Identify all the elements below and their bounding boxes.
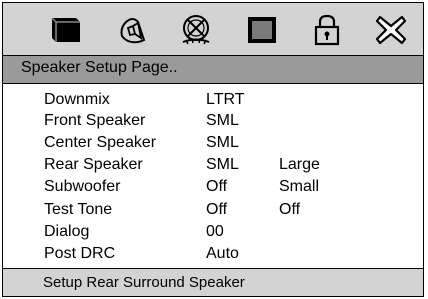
- exit-icon[interactable]: [368, 9, 414, 51]
- setting-label: Subwoofer: [44, 178, 121, 195]
- setting-option[interactable]: Small: [279, 178, 319, 196]
- status-bar: Setup Rear Surround Speaker: [3, 268, 423, 296]
- setting-value[interactable]: SML: [206, 112, 239, 130]
- setup-menu: Speaker Setup Page.. Downmix LTRT Front …: [2, 2, 424, 297]
- setting-label: Dialog: [44, 223, 90, 240]
- audio-setup-icon[interactable]: [173, 9, 219, 51]
- setting-value[interactable]: Off: [206, 178, 227, 196]
- setting-row-post-drc[interactable]: Post DRC Auto: [3, 245, 423, 265]
- setting-row-front-speaker[interactable]: Front Speaker SML: [3, 112, 423, 132]
- setting-option[interactable]: Off: [279, 201, 300, 219]
- setting-row-downmix[interactable]: Downmix LTRT: [3, 91, 423, 111]
- setting-value[interactable]: LTRT: [206, 91, 245, 109]
- setting-value[interactable]: Auto: [206, 245, 239, 263]
- status-hint: Setup Rear Surround Speaker: [43, 274, 245, 291]
- setting-row-rear-speaker[interactable]: Rear Speaker SML Large: [3, 156, 423, 176]
- speaker-setup-icon[interactable]: [110, 9, 156, 51]
- setting-row-subwoofer[interactable]: Subwoofer Off Small: [3, 178, 423, 198]
- setting-label: Post DRC: [44, 245, 116, 262]
- setting-label: Front Speaker: [44, 112, 146, 129]
- setting-row-center-speaker[interactable]: Center Speaker SML: [3, 134, 423, 154]
- page-title-bar: Speaker Setup Page..: [3, 56, 423, 84]
- setting-label: Rear Speaker: [44, 156, 143, 173]
- setting-value[interactable]: SML: [206, 156, 239, 174]
- lock-icon[interactable]: [304, 9, 350, 51]
- setting-label: Test Tone: [44, 201, 113, 218]
- setting-row-dialog[interactable]: Dialog 00: [3, 223, 423, 243]
- setting-label: Center Speaker: [44, 134, 157, 151]
- settings-list: Downmix LTRT Front Speaker SML Center Sp…: [3, 84, 423, 271]
- setting-option[interactable]: Large: [279, 156, 320, 174]
- setting-value[interactable]: SML: [206, 134, 239, 152]
- setting-value[interactable]: 00: [206, 223, 224, 241]
- video-setup-icon[interactable]: [239, 9, 285, 51]
- page-title: Speaker Setup Page..: [21, 59, 178, 76]
- setting-label: Downmix: [44, 91, 110, 108]
- setup-icon-bar: [3, 3, 423, 56]
- general-setup-icon[interactable]: [43, 9, 89, 51]
- setting-value[interactable]: Off: [206, 201, 227, 219]
- setting-row-test-tone[interactable]: Test Tone Off Off: [3, 201, 423, 221]
